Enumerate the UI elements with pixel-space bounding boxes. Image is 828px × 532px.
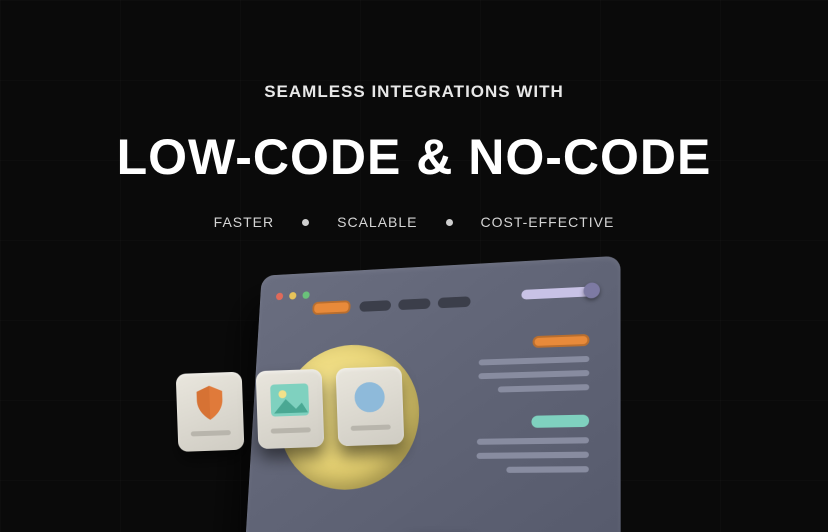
- traffic-yellow-icon: [289, 292, 296, 300]
- card-shield: [176, 372, 245, 452]
- content-pill-icon: [533, 334, 590, 348]
- tag-row: FASTER SCALABLE COST-EFFECTIVE: [0, 214, 828, 230]
- toolbar-pill-icon: [398, 298, 430, 310]
- content-pill-icon: [531, 415, 589, 428]
- window-traffic-lights-icon: [276, 291, 310, 300]
- shield-icon: [189, 382, 230, 423]
- tag-faster: FASTER: [214, 214, 274, 230]
- separator-dot-icon: [446, 219, 453, 226]
- toolbar-pill-icon: [438, 296, 471, 308]
- toolbar-pill-icon: [359, 300, 391, 312]
- content-line-icon: [476, 452, 588, 459]
- traffic-red-icon: [276, 293, 283, 301]
- toolbar-pill-icon: [312, 300, 351, 315]
- slider-track-icon: [521, 287, 591, 300]
- content-line-icon: [498, 384, 589, 392]
- hero-illustration: [199, 250, 629, 532]
- traffic-green-icon: [302, 291, 310, 299]
- tag-cost-effective: COST-EFFECTIVE: [481, 214, 615, 230]
- card-image: [256, 369, 325, 449]
- content-line-icon: [479, 356, 590, 366]
- separator-dot-icon: [302, 219, 309, 226]
- content-line-icon: [477, 437, 589, 445]
- card-line-icon: [351, 424, 391, 430]
- content-line-icon: [506, 466, 589, 473]
- hero-section: SEAMLESS INTEGRATIONS WITH LOW-CODE & NO…: [0, 0, 828, 230]
- eyebrow-text: SEAMLESS INTEGRATIONS WITH: [0, 82, 828, 102]
- slider-knob-icon: [584, 282, 600, 298]
- image-icon: [269, 379, 310, 420]
- content-line-icon: [478, 370, 589, 379]
- headline-text: LOW-CODE & NO-CODE: [0, 128, 828, 186]
- tag-scalable: SCALABLE: [337, 214, 417, 230]
- card-row: [176, 366, 405, 452]
- card-circle: [336, 366, 405, 446]
- circle-icon: [349, 377, 390, 418]
- card-line-icon: [191, 430, 231, 436]
- card-line-icon: [271, 427, 311, 433]
